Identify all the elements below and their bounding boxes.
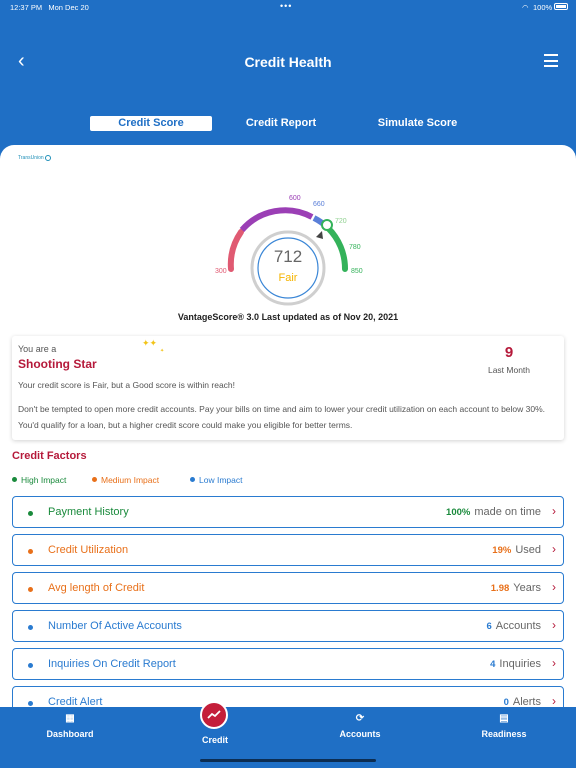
home-indicator[interactable] [200, 759, 376, 762]
badge-prefix: You are a [18, 344, 57, 354]
tab-credit-score[interactable]: Credit Score [90, 116, 212, 131]
legend-low: Low Impact [190, 475, 242, 485]
tick-label: 600 [289, 195, 301, 202]
chevron-right-icon: › [552, 580, 556, 594]
gauge-arc-purple [239, 207, 314, 233]
credit-factors-title: Credit Factors [12, 450, 87, 462]
chevron-right-icon: › [552, 694, 556, 708]
transunion-logo: TransUnion [18, 155, 51, 161]
trend-up-icon [200, 701, 228, 729]
tab-bar: Credit Score Credit Report Simulate Scor… [0, 116, 576, 132]
score-change-label: Last Month [487, 365, 531, 375]
summary-message: Your credit score is Fair, but a Good sc… [18, 380, 236, 390]
tick-label: 780 [349, 244, 361, 251]
credit-score-gauge: 712 Fair 300 600 660 720 780 850 [215, 195, 363, 306]
impact-dot [28, 587, 33, 592]
factor-value: 1.98 Years [490, 582, 541, 594]
chevron-right-icon: › [552, 618, 556, 632]
gauge-arc-red [227, 229, 244, 272]
factor-label: Inquiries On Credit Report [48, 658, 176, 670]
nav-dashboard[interactable]: ▦ Dashboard [10, 713, 130, 739]
hamburger-menu-icon[interactable] [544, 54, 558, 71]
legend-dot [92, 477, 97, 482]
factor-value: 6 Accounts [486, 620, 541, 632]
nav-label: Accounts [339, 729, 381, 739]
legend-high: High Impact [12, 475, 66, 485]
tick-label: 850 [351, 268, 363, 275]
score-value: 712 [274, 247, 302, 266]
factor-label: Credit Utilization [48, 544, 129, 556]
dollar-sync-icon: ⟳ [355, 713, 365, 724]
factor-value: 19% Used [492, 544, 541, 556]
nav-accounts[interactable]: ⟳ Accounts [300, 713, 420, 739]
factor-label: Number Of Active Accounts [48, 620, 182, 632]
page-title: Credit Health [244, 54, 332, 70]
impact-dot [28, 663, 33, 668]
legend-medium: Medium Impact [92, 475, 159, 485]
score-pointer-icon [316, 231, 323, 239]
score-rating: Fair [279, 272, 298, 284]
impact-dot [28, 549, 33, 554]
score-change-value: 9 [504, 344, 514, 361]
factor-value: 4 Inquiries [490, 658, 541, 670]
tick-label: 300 [215, 268, 227, 275]
factor-active-accounts[interactable]: Number Of Active Accounts 6 Accounts › [12, 610, 564, 642]
document-icon: ▤ [499, 713, 509, 724]
score-marker [321, 219, 333, 231]
gauge-arc-green [325, 225, 349, 272]
sparkle-small-icon: ✦ [160, 348, 165, 354]
factor-label: Avg length of Credit [48, 582, 145, 594]
nav-credit[interactable]: Credit [155, 701, 275, 745]
legend-dot [190, 477, 195, 482]
sparkle-icon: ✦✦ [142, 338, 158, 348]
legend-dot [12, 477, 17, 482]
nav-readiness[interactable]: ▤ Readiness [444, 713, 564, 739]
impact-dot [28, 625, 33, 630]
impact-dot [28, 701, 33, 706]
vantage-score-text: VantageScore® 3.0 Last updated as of Nov… [177, 312, 399, 322]
badge-title: Shooting Star [18, 357, 97, 371]
chevron-right-icon: › [552, 656, 556, 670]
factor-value: 100% made on time [446, 506, 541, 518]
factor-avg-length[interactable]: Avg length of Credit 1.98 Years › [12, 572, 564, 604]
chevron-right-icon: › [552, 504, 556, 518]
summary-card: You are a Shooting Star ✦✦ ✦ 9 Last Mont… [12, 336, 564, 440]
nav-label: Credit [201, 735, 228, 745]
tick-label: 720 [335, 218, 347, 225]
factor-label: Payment History [48, 506, 129, 518]
factor-payment-history[interactable]: Payment History 100% made on time › [12, 496, 564, 528]
factor-credit-utilization[interactable]: Credit Utilization 19% Used › [12, 534, 564, 566]
factor-inquiries[interactable]: Inquiries On Credit Report 4 Inquiries › [12, 648, 564, 680]
summary-advice: Don't be tempted to open more credit acc… [18, 404, 546, 430]
tab-simulate-score[interactable]: Simulate Score [360, 116, 475, 131]
nav-label: Dashboard [46, 729, 94, 739]
nav-label: Readiness [481, 729, 527, 739]
impact-dot [28, 511, 33, 516]
tab-credit-report[interactable]: Credit Report [230, 116, 332, 131]
app-header: ‹ Credit Health Credit Score Credit Repo… [0, 0, 576, 150]
content-sheet: TransUnion 712 Fair 300 600 660 720 780 … [0, 145, 576, 715]
tick-label: 660 [313, 201, 325, 208]
grid-icon: ▦ [65, 713, 75, 724]
chevron-right-icon: › [552, 542, 556, 556]
